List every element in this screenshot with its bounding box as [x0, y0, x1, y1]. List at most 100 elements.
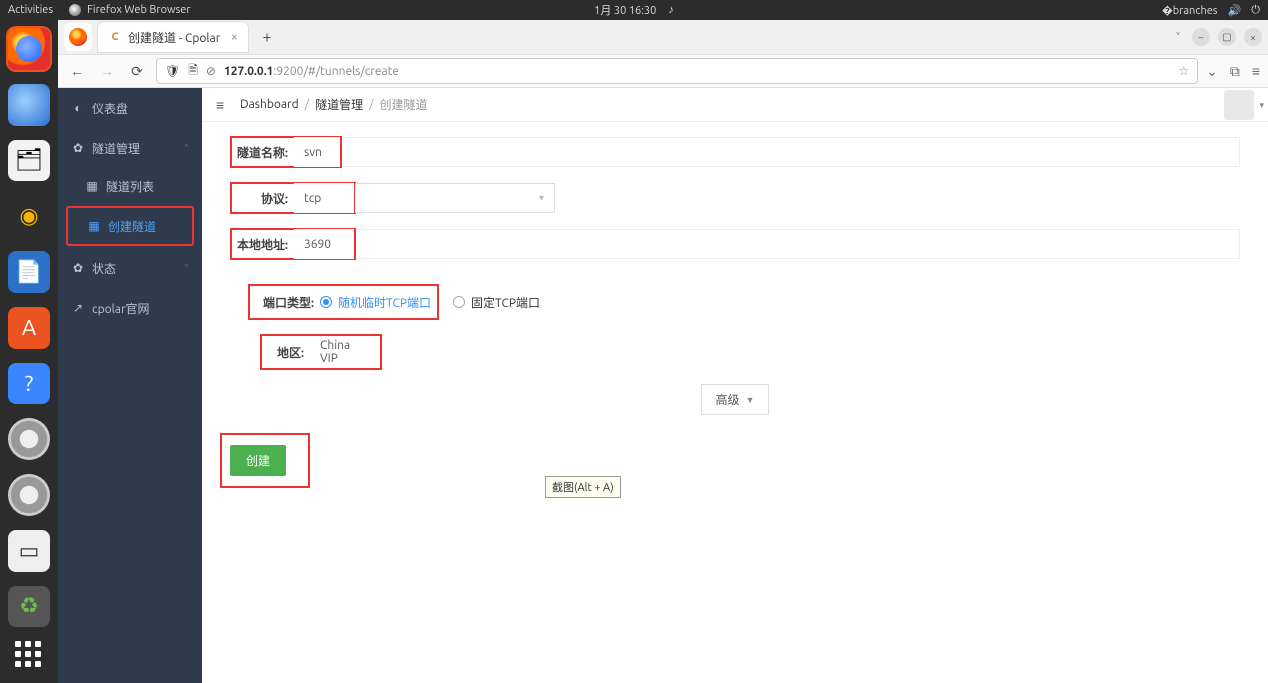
avatar[interactable] [1224, 90, 1254, 120]
notification-icon[interactable]: ♪ [668, 4, 674, 16]
dock-disc1-icon[interactable] [8, 418, 50, 460]
dock-show-apps-icon[interactable] [15, 641, 43, 669]
gnome-top-bar: Activities Firefox Web Browser 1月 30 16:… [0, 0, 1268, 20]
url-host: 127.0.0.1 [224, 65, 273, 78]
breadcrumb-create-tunnel: 创建隧道 [380, 96, 428, 113]
sidebar-label-cpolar-site: cpolar官网 [92, 300, 150, 317]
dock-utility-icon[interactable]: ▭ [8, 530, 50, 572]
firefox-menu-icon[interactable] [64, 23, 92, 51]
grid-icon: ▦ [88, 219, 100, 233]
input-local-addr-ext[interactable] [356, 229, 1240, 259]
advanced-button[interactable]: 高级 ▼ [701, 384, 770, 415]
breadcrumb-dashboard[interactable]: Dashboard [240, 98, 298, 111]
sidebar-item-tunnel-list[interactable]: ▦ 隧道列表 [58, 168, 202, 204]
radio-random-port[interactable]: 随机临时TCP端口 [320, 294, 431, 311]
sidebar-toggle-icon[interactable]: ≡ [216, 97, 224, 113]
pocket-icon[interactable]: ⌄ [1206, 63, 1218, 80]
create-button[interactable]: 创建 [230, 445, 286, 476]
radio-random-port-label: 随机临时TCP端口 [338, 294, 431, 311]
window-minimize-icon[interactable]: – [1192, 28, 1210, 46]
page-content: ◐ 仪表盘 ✿ 隧道管理 ˄ ▦ 隧道列表 ▦ 创建隧道 ✿ 状态 [58, 88, 1268, 683]
sidebar-label-create-tunnel: 创建隧道 [108, 218, 156, 235]
input-local-addr[interactable]: 3690 [294, 229, 354, 259]
sidebar-label-tunnel-list: 隧道列表 [106, 178, 154, 195]
dock-disc2-icon[interactable] [8, 474, 50, 516]
select-protocol[interactable] [355, 183, 555, 213]
breadcrumb: ≡ Dashboard / 隧道管理 / 创建隧道 [202, 88, 1268, 122]
radio-dot-icon [320, 296, 332, 308]
create-tunnel-form: 隧道名称: svn 协议: tcp 本地地址: [202, 122, 1268, 502]
input-tunnel-name-ext[interactable] [342, 137, 1240, 167]
input-tunnel-name[interactable]: svn [294, 137, 340, 167]
address-bar: ← → ⟳ 🛡 🗎 ⊘ 127.0.0.1:9200/#/tunnels/cre… [58, 54, 1268, 88]
sidebar-label-dashboard: 仪表盘 [92, 100, 128, 117]
nav-back-icon[interactable]: ← [66, 63, 88, 79]
radio-fixed-port[interactable]: 固定TCP端口 [453, 294, 540, 311]
tabs-dropdown-icon[interactable]: ˅ [1176, 28, 1180, 46]
label-local-addr: 本地地址: [232, 230, 294, 258]
screenshot-tooltip: 截图(Alt + A) [545, 476, 621, 498]
nav-reload-icon[interactable]: ⟳ [126, 63, 148, 80]
sidebar-item-status[interactable]: ✿ 状态 ˅ [58, 248, 202, 288]
lock-icon: ⊘ [206, 64, 216, 78]
tab-cpolar[interactable]: C 创建隧道 - Cpolar × [98, 22, 248, 52]
radio-dot-icon [453, 296, 465, 308]
radio-fixed-port-label: 固定TCP端口 [471, 294, 540, 311]
nav-forward-icon: → [96, 63, 118, 79]
activities-button[interactable]: Activities [8, 4, 53, 16]
dock-rhythmbox-icon[interactable]: ◉ [8, 195, 50, 237]
chevron-down-icon: ˅ [185, 261, 188, 275]
url-input[interactable]: 🛡 🗎 ⊘ 127.0.0.1:9200/#/tunnels/create ☆ [156, 58, 1198, 84]
breadcrumb-tunnel-mgmt[interactable]: 隧道管理 [315, 96, 363, 113]
sidebar-item-cpolar-site[interactable]: ↗ cpolar官网 [58, 288, 202, 328]
label-region: 地区: [262, 336, 310, 368]
select-region-value[interactable]: China VIP [310, 337, 380, 367]
new-tab-button[interactable]: + [254, 28, 280, 46]
tab-close-icon[interactable]: × [231, 30, 238, 44]
network-icon[interactable]: �branches [1162, 3, 1218, 18]
dock-thunderbird-icon[interactable] [8, 84, 50, 126]
sidebar-item-tunnel-mgmt[interactable]: ✿ 隧道管理 ˄ [58, 128, 202, 168]
label-protocol: 协议: [232, 184, 294, 212]
chevron-down-icon: ˄ [185, 141, 188, 155]
dock-software-icon[interactable]: A [8, 307, 50, 349]
dock-writer-icon[interactable]: 📄 [8, 251, 50, 293]
bookmark-star-icon[interactable]: ☆ [1178, 64, 1189, 78]
sidebar-label-status: 状态 [92, 260, 116, 277]
page-info-icon[interactable]: 🗎 [188, 61, 198, 82]
label-port-type: 端口类型: [250, 286, 320, 318]
advanced-label: 高级 [716, 391, 740, 408]
shield-icon: 🛡 [165, 64, 180, 78]
gear-icon: ✿ [72, 141, 84, 155]
dock-help-icon[interactable]: ? [8, 363, 50, 405]
app-menu-icon[interactable]: ≡ [1252, 63, 1260, 80]
external-link-icon: ↗ [72, 301, 84, 315]
sidebar-item-dashboard[interactable]: ◐ 仪表盘 [58, 88, 202, 128]
label-tunnel-name: 隧道名称: [232, 138, 294, 166]
firefox-small-icon [69, 4, 81, 16]
sidebar-label-tunnel-mgmt: 隧道管理 [92, 140, 140, 157]
gauge-icon: ◐ [72, 101, 84, 115]
main-panel: ≡ Dashboard / 隧道管理 / 创建隧道 隧道名称: svn [202, 88, 1268, 683]
dock-firefox-icon[interactable] [8, 28, 50, 70]
sidebar-item-create-tunnel[interactable]: ▦ 创建隧道 [68, 208, 192, 244]
dock-files-icon[interactable]: 🗂 [8, 140, 50, 182]
clock[interactable]: 1月 30 16:30 [594, 2, 656, 18]
window-maximize-icon[interactable]: ▢ [1218, 28, 1236, 46]
caret-down-icon: ▼ [746, 395, 755, 405]
url-path: :9200/#/tunnels/create [273, 65, 399, 78]
window-close-icon[interactable]: × [1244, 28, 1262, 46]
extensions-icon[interactable]: ⧉ [1230, 63, 1240, 80]
tab-strip: C 创建隧道 - Cpolar × + ˅ – ▢ × [58, 20, 1268, 54]
ubuntu-dock: 🗂 ◉ 📄 A ? ▭ ♻ [0, 20, 58, 683]
power-icon[interactable]: ⏻ [1251, 4, 1260, 17]
tab-favicon: C [108, 30, 122, 44]
tab-title: 创建隧道 - Cpolar [128, 29, 220, 46]
cpolar-sidebar: ◐ 仪表盘 ✿ 隧道管理 ˄ ▦ 隧道列表 ▦ 创建隧道 ✿ 状态 [58, 88, 202, 683]
select-protocol-value[interactable]: tcp [294, 183, 354, 213]
status-icon: ✿ [72, 261, 84, 275]
list-icon: ▦ [86, 179, 98, 193]
firefox-window: C 创建隧道 - Cpolar × + ˅ – ▢ × ← → ⟳ 🛡 🗎 ⊘ … [58, 20, 1268, 683]
dock-trash-icon[interactable]: ♻ [8, 586, 50, 628]
volume-icon[interactable]: 🔊 [1228, 4, 1242, 17]
